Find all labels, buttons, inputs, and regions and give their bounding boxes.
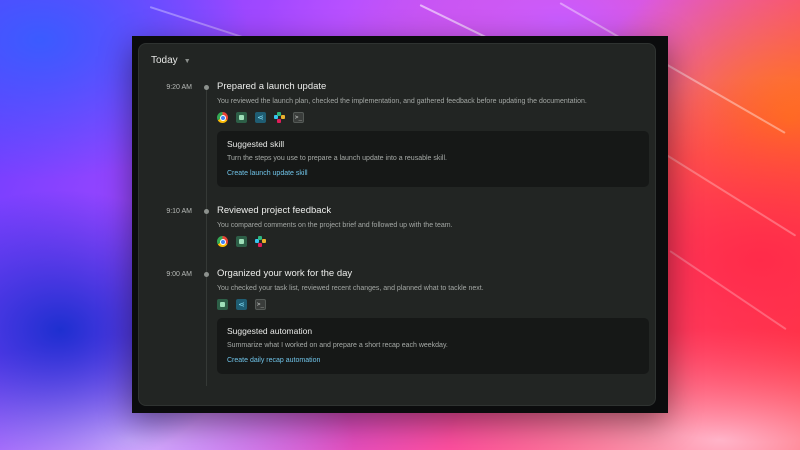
entry-description: You compared comments on the project bri… (217, 222, 453, 229)
date-filter-dropdown[interactable]: Today ▼ (151, 55, 191, 66)
suggestion-card: Suggested automation Summarize what I wo… (217, 318, 649, 374)
entry-title: Organized your work for the day (217, 268, 353, 279)
app-icon-row: ⋖ >_ (217, 112, 649, 123)
chrome-icon (217, 112, 228, 123)
entry-title: Reviewed project feedback (217, 205, 332, 216)
suggestion-title: Suggested automation (227, 326, 313, 336)
entry-time: 9:20 AM (166, 84, 192, 91)
share-icon: ⋖ (255, 112, 266, 123)
docs-icon (236, 112, 247, 123)
terminal-icon: >_ (255, 299, 266, 310)
chevron-down-icon: ▼ (183, 57, 191, 65)
create-skill-link[interactable]: Create launch update skill (227, 170, 308, 177)
entry-time: 9:10 AM (166, 208, 192, 215)
wallpaper-streak (669, 250, 787, 331)
app-icon-row (217, 236, 649, 247)
entry-description: You checked your task list, reviewed rec… (217, 285, 484, 292)
chrome-icon (217, 236, 228, 247)
timeline-line (206, 86, 207, 386)
suggestion-title: Suggested skill (227, 139, 285, 149)
date-filter-label: Today (151, 55, 178, 66)
app-window: Today ▼ 9:20 AM Prepared a launch update… (132, 36, 668, 413)
timeline-dot (204, 272, 209, 277)
slack-icon (274, 112, 285, 123)
suggestion-description: Turn the steps you use to prepare a laun… (227, 155, 447, 162)
entry-title: Prepared a launch update (217, 81, 327, 92)
entry-description: You reviewed the launch plan, checked th… (217, 98, 587, 105)
suggestion-description: Summarize what I worked on and prepare a… (227, 342, 448, 349)
create-automation-link[interactable]: Create daily recap automation (227, 357, 320, 364)
share-icon: ⋖ (236, 299, 247, 310)
docs-icon (236, 236, 247, 247)
entry-time: 9:00 AM (166, 271, 192, 278)
suggestion-card: Suggested skill Turn the steps you use t… (217, 131, 649, 187)
wallpaper-streak (659, 150, 797, 237)
timeline-dot (204, 209, 209, 214)
slack-icon (255, 236, 266, 247)
timeline-dot (204, 85, 209, 90)
terminal-icon: >_ (293, 112, 304, 123)
app-icon-row: ⋖ >_ (217, 299, 649, 310)
docs-icon (217, 299, 228, 310)
activity-panel: Today ▼ 9:20 AM Prepared a launch update… (138, 43, 656, 406)
